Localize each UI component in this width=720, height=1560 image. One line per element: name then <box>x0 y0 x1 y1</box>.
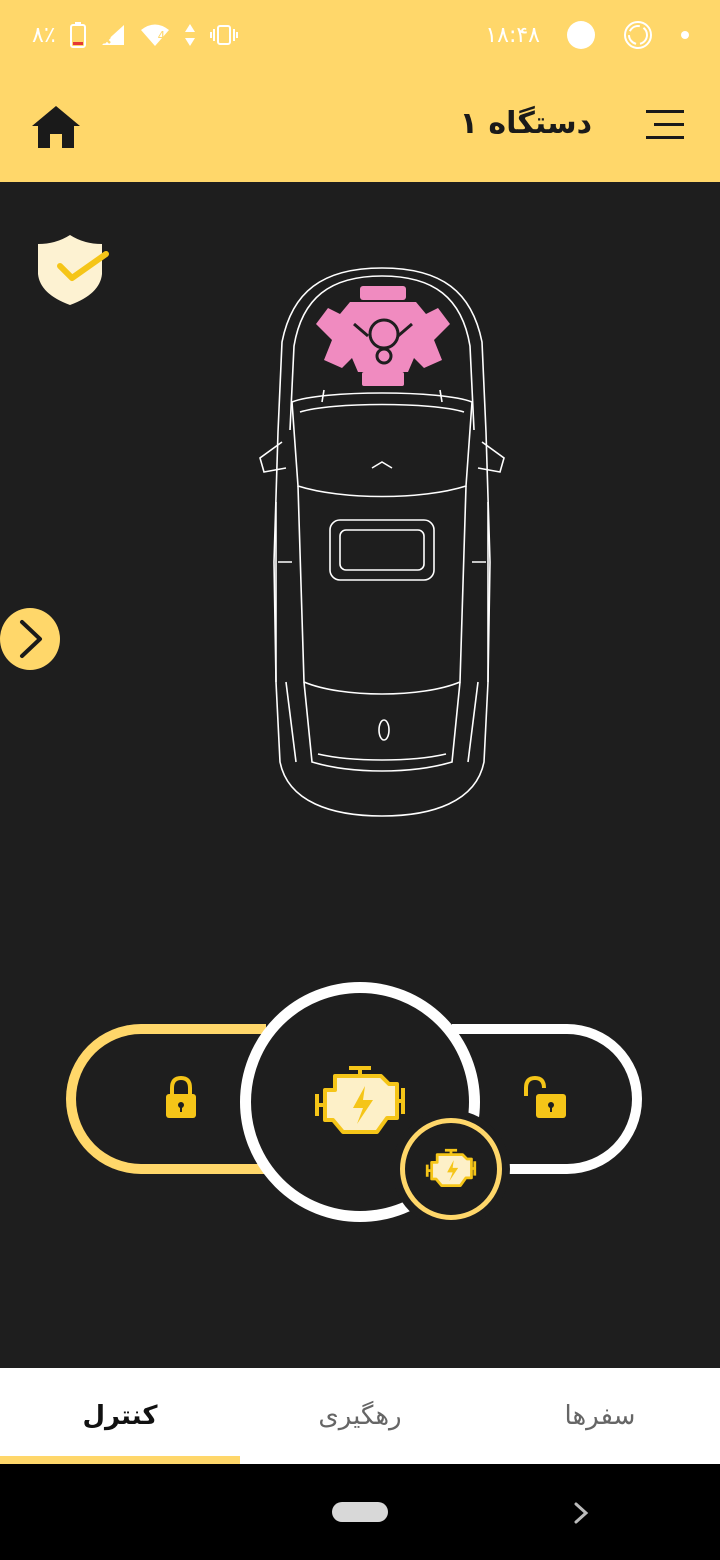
tab-trips[interactable]: سفرها <box>480 1368 720 1464</box>
tab-tracking[interactable]: رهگیری <box>240 1368 480 1464</box>
clock: ۱۸:۴۸ <box>485 22 540 48</box>
data-arrows-icon <box>184 24 195 46</box>
menu-button[interactable] <box>646 108 684 142</box>
battery-percent: ۸٪ <box>32 22 56 48</box>
home-gesture-pill[interactable] <box>332 1502 388 1522</box>
battery-icon <box>69 22 86 48</box>
lock-button[interactable] <box>152 1074 210 1126</box>
tab-control[interactable]: کنترل <box>0 1368 240 1464</box>
network-type-label: 4 <box>157 29 166 43</box>
unlock-icon <box>524 1075 566 1118</box>
vibrate-icon <box>209 25 238 45</box>
remote-controls <box>0 980 720 1230</box>
page-title: دستگاه ۱ <box>459 106 592 141</box>
unlock-button[interactable] <box>516 1074 574 1126</box>
security-status[interactable] <box>34 232 110 308</box>
chevron-right-icon <box>20 620 42 658</box>
home-button[interactable] <box>30 104 82 150</box>
engine-small-icon <box>425 1148 477 1187</box>
sync-icon <box>624 21 652 49</box>
engine-status-icon <box>316 286 450 386</box>
next-panel-button[interactable] <box>0 608 60 670</box>
home-icon <box>32 106 80 148</box>
active-tab-indicator <box>0 1456 240 1464</box>
signal-icon <box>101 25 124 45</box>
notification-dot-icon <box>567 21 595 49</box>
bottom-tab-bar: سفرها رهگیری کنترل <box>0 1368 720 1464</box>
menu-icon <box>646 110 684 139</box>
tab-tracking-label: رهگیری <box>318 1401 402 1431</box>
tab-trips-label: سفرها <box>564 1401 636 1431</box>
small-dot-icon <box>681 31 689 39</box>
system-nav-bar <box>0 1464 720 1560</box>
engine-icon <box>315 1066 405 1134</box>
chevron-right-icon[interactable] <box>570 1500 592 1526</box>
tab-control-label: کنترل <box>82 1401 158 1431</box>
status-bar: ۸٪ 4 ۱۸:۴۸ <box>0 0 720 70</box>
app-bar: دستگاه ۱ <box>0 70 720 182</box>
lock-icon <box>166 1075 196 1118</box>
shield-check-icon <box>38 235 109 305</box>
